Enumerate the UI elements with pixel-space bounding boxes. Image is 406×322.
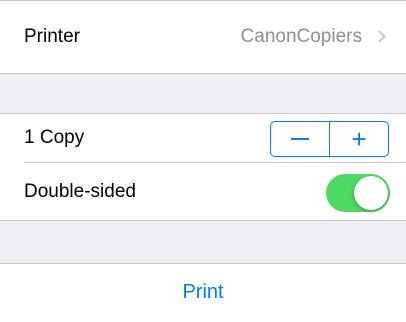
double-sided-toggle[interactable] xyxy=(326,174,390,212)
print-options-sheet: Printer CanonCopiers 1 Copy + Double-sid… xyxy=(0,0,406,322)
toggle-knob xyxy=(354,176,388,210)
copies-label: 1 Copy xyxy=(24,127,85,148)
separator xyxy=(0,113,406,114)
decrement-button[interactable] xyxy=(271,122,329,156)
copies-stepper[interactable]: + xyxy=(270,121,389,157)
separator xyxy=(0,220,406,221)
double-sided-label: Double-sided xyxy=(24,181,136,202)
plus-icon: + xyxy=(351,124,367,154)
print-button[interactable]: Print xyxy=(182,281,223,304)
double-sided-row: Double-sided xyxy=(0,163,406,221)
printer-label: Printer xyxy=(24,26,80,47)
separator xyxy=(0,73,406,74)
copies-row: 1 Copy + xyxy=(0,113,406,163)
minus-icon xyxy=(290,138,309,140)
increment-button[interactable]: + xyxy=(330,122,388,156)
printer-row[interactable]: Printer CanonCopiers xyxy=(0,0,406,74)
separator xyxy=(0,0,406,1)
printer-value: CanonCopiers xyxy=(240,26,362,47)
separator xyxy=(0,263,406,264)
print-row[interactable]: Print xyxy=(0,263,406,322)
chevron-right-icon xyxy=(373,30,386,43)
